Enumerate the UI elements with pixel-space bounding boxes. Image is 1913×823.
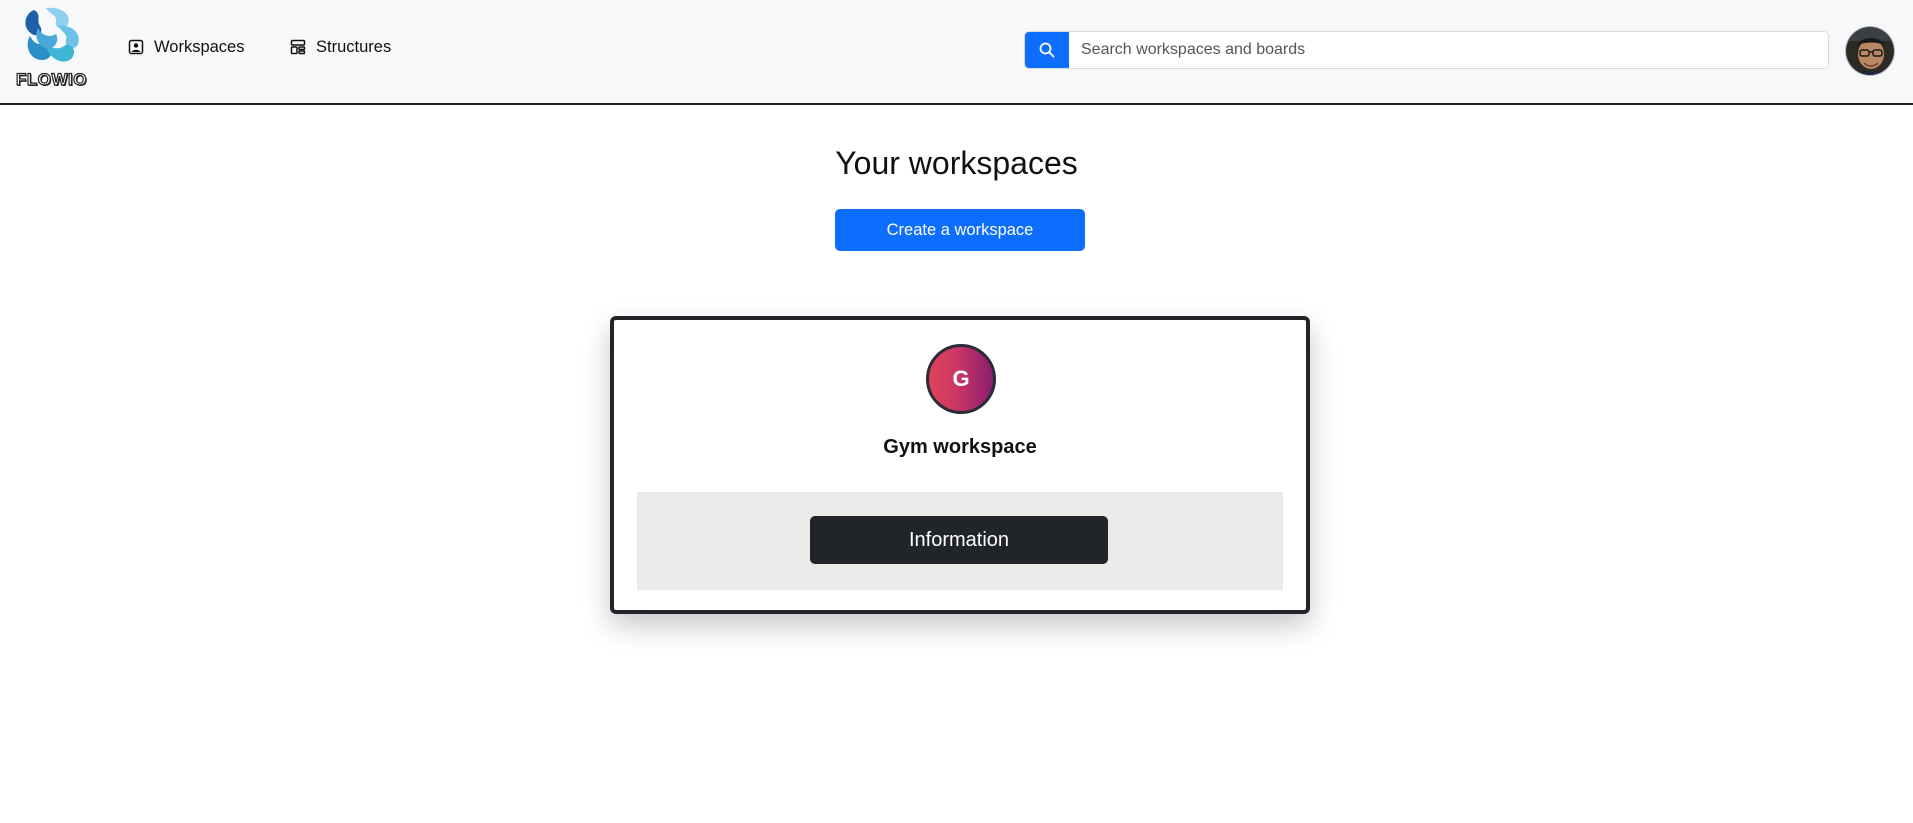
workspace-name: Gym workspace: [883, 436, 1037, 458]
nav-structures[interactable]: Structures: [290, 36, 391, 58]
search-icon: [1039, 42, 1055, 58]
brand-logo[interactable]: FLOWIO: [14, 6, 90, 90]
layout-template-icon: [290, 39, 306, 55]
workspace-person-icon: [128, 39, 144, 55]
search-button[interactable]: [1025, 32, 1069, 68]
user-avatar-photo-icon: [1846, 27, 1894, 75]
workspace-card: G Gym workspace Information: [610, 316, 1310, 614]
flowio-logo-icon: [25, 7, 79, 62]
workspace-avatar: G: [926, 344, 996, 414]
search-bar: [1024, 31, 1829, 69]
user-avatar[interactable]: [1845, 26, 1895, 76]
workspace-card-footer: Information: [637, 492, 1283, 590]
create-workspace-button[interactable]: Create a workspace: [835, 209, 1085, 251]
nav-workspaces[interactable]: Workspaces: [128, 36, 244, 58]
page-title: Your workspaces: [835, 145, 1078, 181]
search-input[interactable]: [1069, 32, 1828, 68]
nav-workspaces-label: Workspaces: [154, 37, 245, 56]
workspace-information-button[interactable]: Information: [810, 516, 1108, 564]
brand-name: FLOWIO: [15, 69, 87, 89]
nav-structures-label: Structures: [316, 37, 392, 56]
top-navbar: FLOWIO Workspaces Structures: [0, 0, 1913, 105]
